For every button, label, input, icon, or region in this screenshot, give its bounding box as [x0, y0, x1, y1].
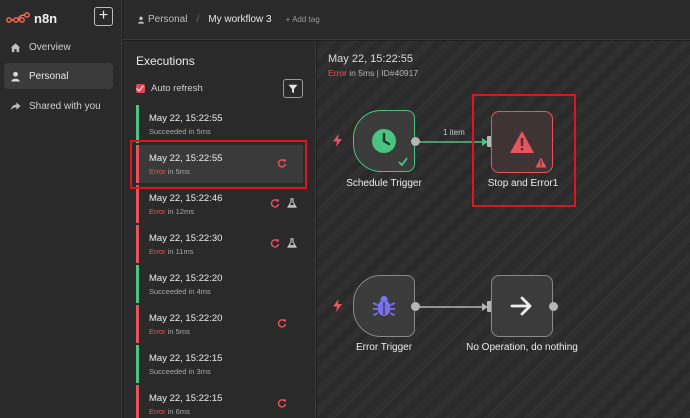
user-icon — [11, 71, 20, 82]
execution-item[interactable]: May 22, 15:22:20 Succeeded in 4ms — [136, 265, 303, 303]
logo-text: n8n — [34, 10, 58, 26]
trigger-bolt-icon — [333, 134, 342, 147]
sidebar-item-shared[interactable]: Shared with you — [4, 93, 113, 119]
execution-status: Succeeded in 3ms — [149, 367, 211, 376]
breadcrumb-project-label: Personal — [148, 14, 188, 25]
execution-item[interactable]: May 22, 15:22:30 Error in 11ms — [136, 225, 303, 263]
retry-icon[interactable] — [277, 398, 287, 408]
execution-item[interactable]: May 22, 15:22:46 Error in 12ms — [136, 185, 303, 223]
flask-icon — [287, 238, 297, 248]
filter-button[interactable] — [283, 79, 303, 98]
sidebar-item-label: Shared with you — [29, 100, 101, 112]
execution-status: Error in 11ms — [149, 247, 194, 256]
share-icon — [10, 101, 21, 111]
flask-icon — [287, 198, 297, 208]
node-label-no-operation: No Operation, do nothing — [466, 342, 578, 353]
schedule-trigger-node[interactable] — [353, 110, 415, 172]
stop-and-error-highlight — [472, 94, 576, 207]
breadcrumb-project[interactable]: Personal — [137, 14, 187, 25]
arrow-right-icon — [510, 296, 532, 316]
connection-item-count: 1 item — [443, 128, 465, 137]
add-tag-button[interactable]: + Add tag — [286, 15, 320, 24]
execution-item[interactable]: May 22, 15:22:20 Error in 5ms — [136, 305, 303, 343]
trigger-bolt-icon — [333, 299, 342, 312]
error-trigger-node[interactable] — [353, 275, 415, 337]
execution-date: May 22, 15:22:15 — [149, 393, 223, 404]
sidebar-item-overview[interactable]: Overview — [4, 34, 113, 60]
no-operation-node[interactable] — [491, 275, 553, 337]
n8n-logo-icon — [6, 12, 30, 23]
sidebar-item-label: Personal — [29, 70, 69, 82]
retry-icon[interactable] — [277, 318, 287, 328]
breadcrumb-separator: / — [196, 14, 200, 25]
executions-panel: Executions Auto refresh May 22, 15:22:55… — [123, 41, 316, 418]
retry-icon[interactable] — [270, 198, 280, 208]
node-label-error-trigger: Error Trigger — [355, 342, 413, 353]
execution-status: Succeeded in 5ms — [149, 127, 211, 136]
sidebar-item-personal[interactable]: Personal — [4, 63, 113, 89]
execution-status: Error in 12ms — [149, 207, 195, 216]
execution-item[interactable]: May 22, 15:22:55 Succeeded in 5ms — [136, 105, 303, 143]
selected-execution-highlight — [130, 140, 307, 189]
auto-refresh-toggle[interactable]: Auto refresh — [136, 83, 203, 94]
main-sidebar: n8n + Overview Personal Shared with you — [0, 0, 122, 418]
sidebar-item-label: Overview — [29, 41, 71, 53]
node-label-schedule-trigger: Schedule Trigger — [346, 178, 422, 189]
execution-date: May 22, 15:22:55 — [149, 113, 223, 124]
success-check-icon — [398, 157, 408, 166]
auto-refresh-checkbox[interactable] — [136, 84, 145, 93]
execution-status: Error in 6ms — [149, 407, 190, 416]
output-handle[interactable] — [411, 137, 420, 146]
execution-date: May 22, 15:22:20 — [149, 313, 223, 324]
bug-icon — [372, 295, 396, 317]
output-handle[interactable] — [549, 302, 558, 311]
clock-icon — [372, 129, 396, 153]
execution-item[interactable]: May 22, 15:22:15 Error in 6ms — [136, 385, 303, 418]
execution-date: May 22, 15:22:46 — [149, 193, 223, 204]
workflow-name[interactable]: My workflow 3 — [208, 14, 271, 25]
execution-date: May 22, 15:22:20 — [149, 273, 223, 284]
create-new-button[interactable]: + — [94, 7, 113, 26]
auto-refresh-label: Auto refresh — [151, 83, 203, 94]
execution-item[interactable]: May 22, 15:22:15 Succeeded in 3ms — [136, 345, 303, 383]
executions-title: Executions — [136, 54, 195, 68]
user-icon — [138, 16, 144, 24]
output-handle[interactable] — [411, 302, 420, 311]
execution-status: Error in 5ms — [149, 327, 190, 336]
execution-date: May 22, 15:22:30 — [149, 233, 223, 244]
filter-icon — [288, 84, 298, 93]
workflow-header: Personal / My workflow 3 + Add tag — [123, 0, 690, 40]
home-icon — [10, 42, 21, 52]
execution-status: Succeeded in 4ms — [149, 287, 211, 296]
execution-date: May 22, 15:22:15 — [149, 353, 223, 364]
retry-icon[interactable] — [270, 238, 280, 248]
